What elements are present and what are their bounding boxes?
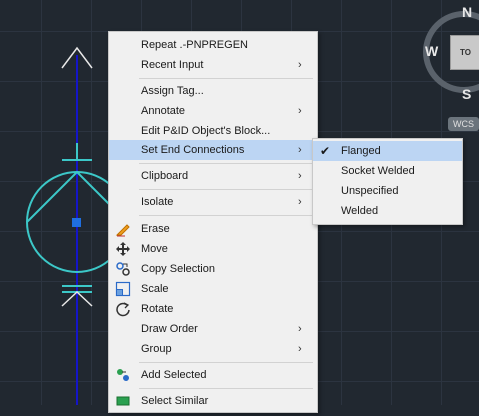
menu-item-edit-block[interactable]: Edit P&ID Object's Block... [109,121,317,141]
chevron-right-icon: › [298,105,302,117]
chevron-right-icon: › [298,196,302,208]
menu-separator [139,362,313,363]
rotate-icon [115,301,131,317]
wcs-menu[interactable]: WCS [448,117,479,131]
menu-item-scale[interactable]: Scale [109,279,317,299]
chevron-right-icon: › [298,343,302,355]
select-similar-icon [115,393,131,409]
menu-separator [139,189,313,190]
menu-item-clipboard[interactable]: Clipboard › [109,166,317,186]
menu-separator [139,163,313,164]
copy-selection-icon [115,261,131,277]
menu-separator [139,78,313,79]
chevron-right-icon: › [298,144,302,156]
chevron-right-icon: › [298,170,302,182]
menu-item-assign-tag[interactable]: Assign Tag... [109,81,317,101]
compass-west[interactable]: W [425,43,438,59]
compass-north[interactable]: N [462,4,472,20]
menu-item-set-end-connections[interactable]: Set End Connections › [109,140,317,160]
context-menu: Repeat .-PNPREGEN Recent Input › Assign T… [108,31,318,413]
grip-point [72,218,81,227]
checkmark-icon: ✔ [320,144,331,158]
scale-icon [115,281,131,297]
submenu-item-socket-welded[interactable]: Socket Welded [313,161,462,181]
menu-item-annotate[interactable]: Annotate › [109,101,317,121]
add-selected-icon [115,367,131,383]
menu-item-add-selected[interactable]: Add Selected [109,365,317,385]
menu-item-recent-input[interactable]: Recent Input › [109,55,317,75]
menu-separator [139,388,313,389]
submenu-item-flanged[interactable]: ✔ Flanged [313,141,462,161]
menu-item-move[interactable]: Move [109,239,317,259]
menu-item-select-similar[interactable]: Select Similar [109,391,317,411]
submenu-item-welded[interactable]: Welded [313,201,462,221]
end-connections-submenu: ✔ Flanged Socket Welded Unspecified Weld… [312,138,463,225]
menu-separator [139,215,313,216]
menu-item-copy-selection[interactable]: Copy Selection [109,259,317,279]
chevron-right-icon: › [298,59,302,71]
menu-item-repeat[interactable]: Repeat .-PNPREGEN [109,35,317,55]
menu-item-rotate[interactable]: Rotate [109,299,317,319]
menu-item-draw-order[interactable]: Draw Order › [109,319,317,339]
compass-south[interactable]: S [462,86,471,102]
menu-item-group[interactable]: Group › [109,339,317,359]
menu-item-erase[interactable]: Erase [109,219,317,239]
submenu-item-unspecified[interactable]: Unspecified [313,181,462,201]
menu-item-isolate[interactable]: Isolate › [109,192,317,212]
chevron-right-icon: › [298,323,302,335]
move-icon [115,241,131,257]
eraser-icon [115,221,131,237]
viewcube-top-face[interactable]: TO [450,35,479,70]
viewcube[interactable]: N W S TO WCS [420,0,479,135]
